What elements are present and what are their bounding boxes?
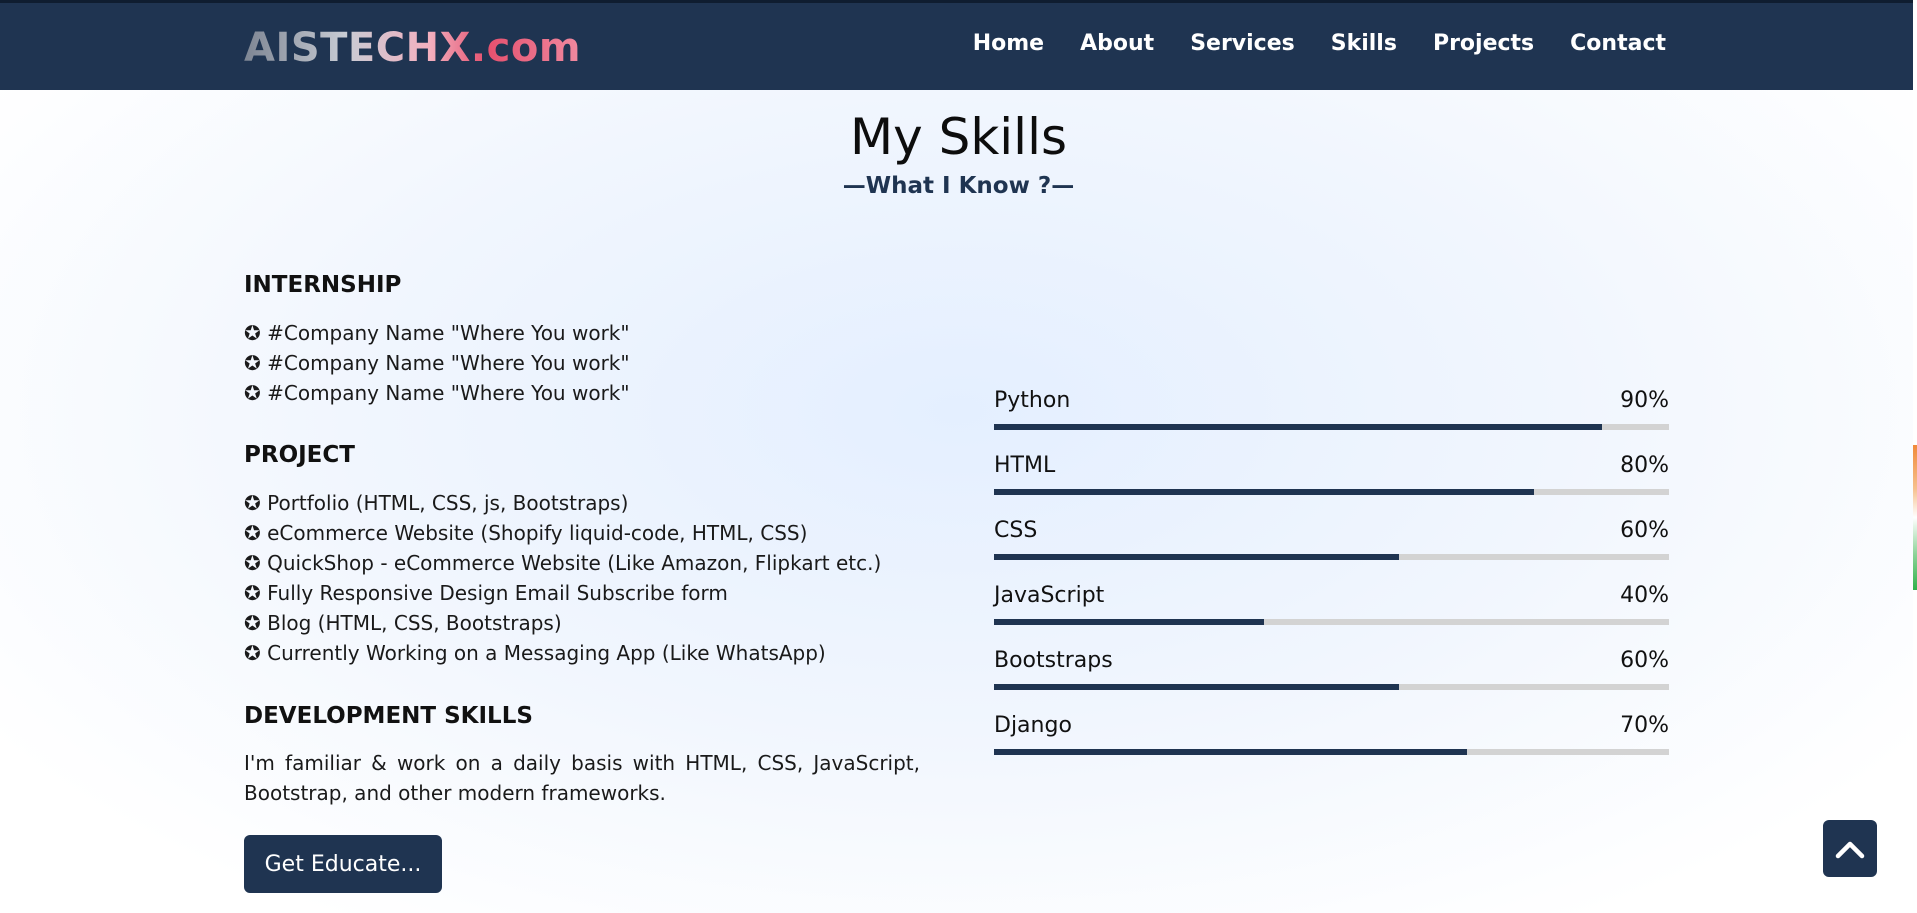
skill-name: Python — [994, 388, 1071, 413]
skills-progress-list: Python 90% HTML 80% CSS 60% JavaScript 4… — [994, 388, 1669, 778]
progress-fill — [994, 749, 1467, 755]
progress-fill — [994, 424, 1602, 430]
list-item: ✪ eCommerce Website (Shopify liquid-code… — [244, 521, 808, 545]
skill-name: Django — [994, 713, 1072, 738]
progress-track — [994, 554, 1669, 560]
site-logo[interactable]: AISTECHX.com — [244, 25, 581, 71]
progress-track — [994, 684, 1669, 690]
list-item: ✪ #Company Name "Where You work" — [244, 381, 630, 405]
progress-fill — [994, 554, 1399, 560]
skill-bootstraps: Bootstraps 60% — [994, 648, 1669, 713]
skill-percent: 60% — [1620, 518, 1669, 543]
nav-link-about[interactable]: About — [1080, 31, 1154, 56]
project-heading: PROJECT — [244, 442, 355, 468]
chevron-up-icon — [1835, 841, 1865, 858]
skill-percent: 60% — [1620, 648, 1669, 673]
page-title: My Skills — [849, 108, 1068, 166]
progress-track — [994, 489, 1669, 495]
list-item: ✪ QuickShop - eCommerce Website (Like Am… — [244, 551, 882, 575]
list-item: ✪ Blog (HTML, CSS, Bootstraps) — [244, 611, 562, 635]
skill-css: CSS 60% — [994, 518, 1669, 583]
progress-fill — [994, 619, 1264, 625]
nav-link-contact[interactable]: Contact — [1570, 31, 1666, 56]
skill-python: Python 90% — [994, 388, 1669, 453]
development-description: I'm familiar & work on a daily basis wit… — [244, 751, 920, 805]
skill-html: HTML 80% — [994, 453, 1669, 518]
progress-track — [994, 424, 1669, 430]
skill-name: Bootstraps — [994, 648, 1113, 673]
internship-list: ✪ #Company Name "Where You work" ✪ #Comp… — [244, 318, 630, 408]
page-subtitle: —What I Know ?— — [842, 173, 1075, 199]
skill-percent: 70% — [1620, 713, 1669, 738]
skill-django: Django 70% — [994, 713, 1669, 778]
list-item: ✪ #Company Name "Where You work" — [244, 321, 630, 345]
get-educate-button[interactable]: Get Educate... — [244, 835, 442, 893]
nav-link-services[interactable]: Services — [1190, 31, 1295, 56]
skill-name: CSS — [994, 518, 1038, 543]
list-item: ✪ Currently Working on a Messaging App (… — [244, 641, 826, 665]
nav-link-home[interactable]: Home — [973, 31, 1044, 56]
nav-links: Home About Services Skills Projects Cont… — [973, 31, 1666, 56]
skill-name: HTML — [994, 453, 1056, 478]
project-list: ✪ Portfolio (HTML, CSS, js, Bootstraps) … — [244, 488, 881, 668]
skill-percent: 90% — [1620, 388, 1669, 413]
list-item: ✪ Fully Responsive Design Email Subscrib… — [244, 581, 728, 605]
nav-link-skills[interactable]: Skills — [1331, 31, 1397, 56]
skill-name: JavaScript — [994, 583, 1105, 608]
nav-link-projects[interactable]: Projects — [1433, 31, 1534, 56]
progress-fill — [994, 489, 1534, 495]
progress-track — [994, 619, 1669, 625]
side-accent — [1913, 445, 1917, 590]
list-item: ✪ Portfolio (HTML, CSS, js, Bootstraps) — [244, 491, 629, 515]
skill-percent: 40% — [1620, 583, 1669, 608]
internship-heading: INTERNSHIP — [244, 272, 402, 298]
progress-track — [994, 749, 1669, 755]
development-heading: DEVELOPMENT SKILLS — [244, 703, 533, 729]
progress-fill — [994, 684, 1399, 690]
scroll-to-top-button[interactable] — [1823, 820, 1877, 877]
navbar: AISTECHX.com Home About Services Skills … — [0, 0, 1913, 90]
skill-javascript: JavaScript 40% — [994, 583, 1669, 648]
skill-percent: 80% — [1620, 453, 1669, 478]
list-item: ✪ #Company Name "Where You work" — [244, 351, 630, 375]
